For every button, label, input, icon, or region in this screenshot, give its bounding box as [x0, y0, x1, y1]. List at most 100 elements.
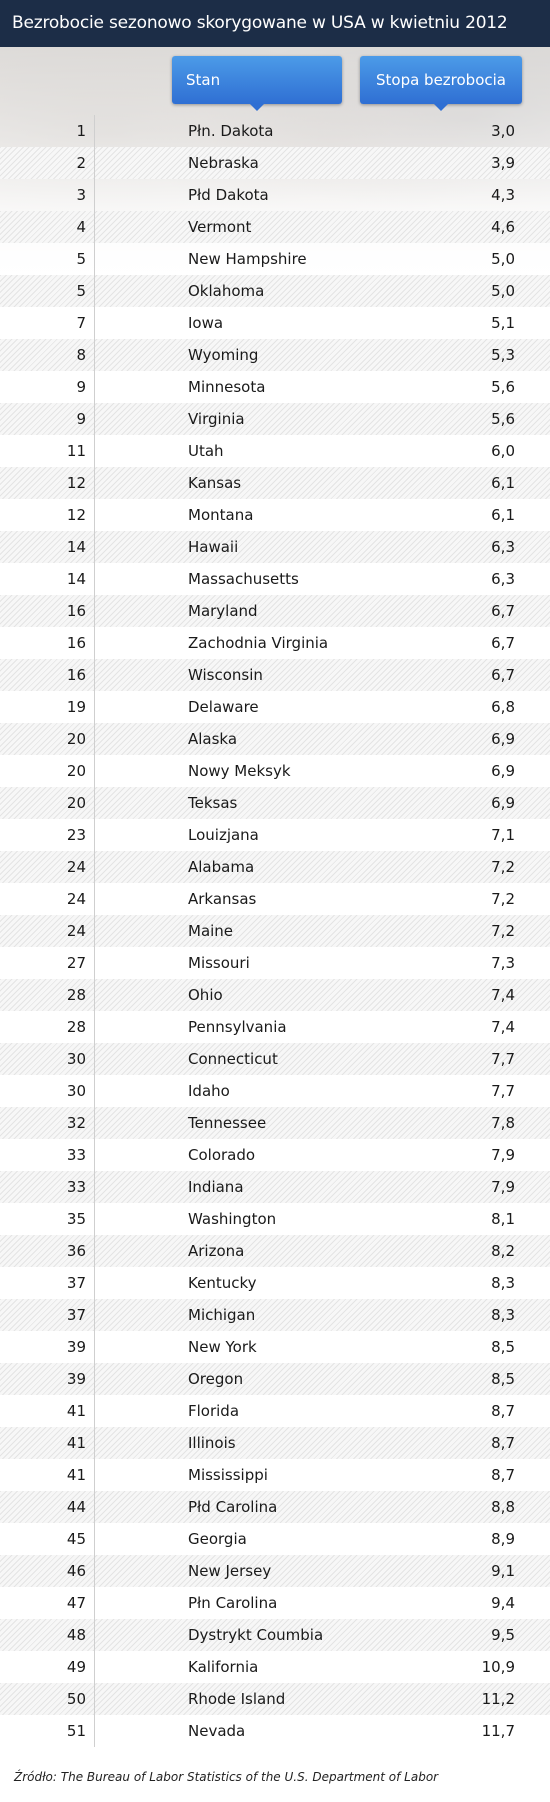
table-row: 47 Płn Carolina 9,4 [0, 1587, 550, 1619]
state-cell: Arkansas [188, 890, 257, 908]
rank-cell: 2 [76, 154, 86, 172]
table-row: 5 Oklahoma 5,0 [0, 275, 550, 307]
rate-cell: 5,0 [491, 250, 515, 268]
rate-cell: 6,7 [491, 634, 515, 652]
state-cell: Tennessee [188, 1114, 267, 1132]
column-divider [94, 275, 95, 307]
state-cell: Oklahoma [188, 282, 265, 300]
state-cell: Nebraska [188, 154, 259, 172]
column-divider [94, 1171, 95, 1203]
column-divider [94, 307, 95, 339]
table-row: 16 Wisconsin 6,7 [0, 659, 550, 691]
column-divider [94, 979, 95, 1011]
rate-cell: 5,6 [491, 410, 515, 428]
table-row: 20 Nowy Meksyk 6,9 [0, 755, 550, 787]
rank-cell: 20 [66, 730, 86, 748]
chart-title: Bezrobocie sezonowo skorygowane w USA w … [0, 0, 550, 47]
rank-cell: 35 [66, 1210, 86, 1228]
source-note: Źródło: The Bureau of Labor Statistics o… [14, 1770, 439, 1784]
rate-cell: 9,5 [491, 1626, 515, 1644]
rank-cell: 37 [66, 1306, 86, 1324]
rank-cell: 19 [66, 698, 86, 716]
state-cell: Oregon [188, 1370, 244, 1388]
table-row: 16 Zachodnia Virginia 6,7 [0, 627, 550, 659]
state-cell: Missouri [188, 954, 250, 972]
column-divider [94, 1235, 95, 1267]
rank-cell: 50 [66, 1690, 86, 1708]
rate-cell: 6,9 [491, 794, 515, 812]
column-divider [94, 1139, 95, 1171]
state-cell: Vermont [188, 218, 252, 236]
state-cell: Colorado [188, 1146, 256, 1164]
state-cell: Kentucky [188, 1274, 257, 1292]
rate-cell: 6,0 [491, 442, 515, 460]
rate-cell: 9,1 [491, 1562, 515, 1580]
rank-cell: 4 [76, 218, 86, 236]
rank-cell: 47 [66, 1594, 86, 1612]
unemployment-table: 1 Płn. Dakota 3,0 2 Nebraska 3,9 3 Płd Dakota 4,… [0, 115, 550, 1747]
column-divider [94, 883, 95, 915]
table-row: 50 Rhode Island 11,2 [0, 1683, 550, 1715]
state-cell: Minnesota [188, 378, 266, 396]
rank-cell: 28 [66, 986, 86, 1004]
table-row: 44 Płd Carolina 8,8 [0, 1491, 550, 1523]
table-row: 48 Dystrykt Coumbia 9,5 [0, 1619, 550, 1651]
table-row: 35 Washington 8,1 [0, 1203, 550, 1235]
column-divider [94, 1619, 95, 1651]
state-cell: Washington [188, 1210, 277, 1228]
column-divider [94, 659, 95, 691]
column-divider [94, 1075, 95, 1107]
rate-cell: 8,8 [491, 1498, 515, 1516]
column-divider [94, 435, 95, 467]
rank-cell: 9 [76, 378, 86, 396]
rate-cell: 8,7 [491, 1434, 515, 1452]
column-divider [94, 1395, 95, 1427]
rank-cell: 44 [66, 1498, 86, 1516]
table-row: 39 New York 8,5 [0, 1331, 550, 1363]
rank-cell: 41 [66, 1434, 86, 1452]
rate-cell: 8,3 [491, 1274, 515, 1292]
table-row: 12 Montana 6,1 [0, 499, 550, 531]
state-cell: Alaska [188, 730, 238, 748]
rate-cell: 6,1 [491, 506, 515, 524]
rank-cell: 48 [66, 1626, 86, 1644]
state-cell: Płn. Dakota [188, 122, 274, 140]
column-divider [94, 1715, 95, 1747]
rank-cell: 30 [66, 1082, 86, 1100]
rate-cell: 8,7 [491, 1466, 515, 1484]
state-cell: Connecticut [188, 1050, 278, 1068]
table-row: 16 Maryland 6,7 [0, 595, 550, 627]
table-row: 19 Delaware 6,8 [0, 691, 550, 723]
state-cell: Massachusetts [188, 570, 299, 588]
column-divider [94, 851, 95, 883]
rank-cell: 39 [66, 1338, 86, 1356]
column-divider [94, 1683, 95, 1715]
column-divider [94, 1523, 95, 1555]
column-divider [94, 1427, 95, 1459]
column-divider [94, 1267, 95, 1299]
table-row: 39 Oregon 8,5 [0, 1363, 550, 1395]
rank-cell: 27 [66, 954, 86, 972]
column-divider [94, 243, 95, 275]
column-divider [94, 179, 95, 211]
state-cell: Płd Carolina [188, 1498, 278, 1516]
column-divider [94, 755, 95, 787]
state-cell: Florida [188, 1402, 240, 1420]
rank-cell: 8 [76, 346, 86, 364]
rank-cell: 32 [66, 1114, 86, 1132]
table-row: 30 Connecticut 7,7 [0, 1043, 550, 1075]
state-cell: Płn Carolina [188, 1594, 278, 1612]
column-divider [94, 1363, 95, 1395]
table-row: 37 Michigan 8,3 [0, 1299, 550, 1331]
state-cell: Maryland [188, 602, 258, 620]
rank-cell: 14 [66, 570, 86, 588]
table-row: 2 Nebraska 3,9 [0, 147, 550, 179]
rank-cell: 28 [66, 1018, 86, 1036]
state-cell: Maine [188, 922, 234, 940]
rate-cell: 3,0 [491, 122, 515, 140]
column-divider [94, 1491, 95, 1523]
state-cell: Kalifornia [188, 1658, 259, 1676]
column-divider [94, 1331, 95, 1363]
rank-cell: 45 [66, 1530, 86, 1548]
rank-cell: 36 [66, 1242, 86, 1260]
